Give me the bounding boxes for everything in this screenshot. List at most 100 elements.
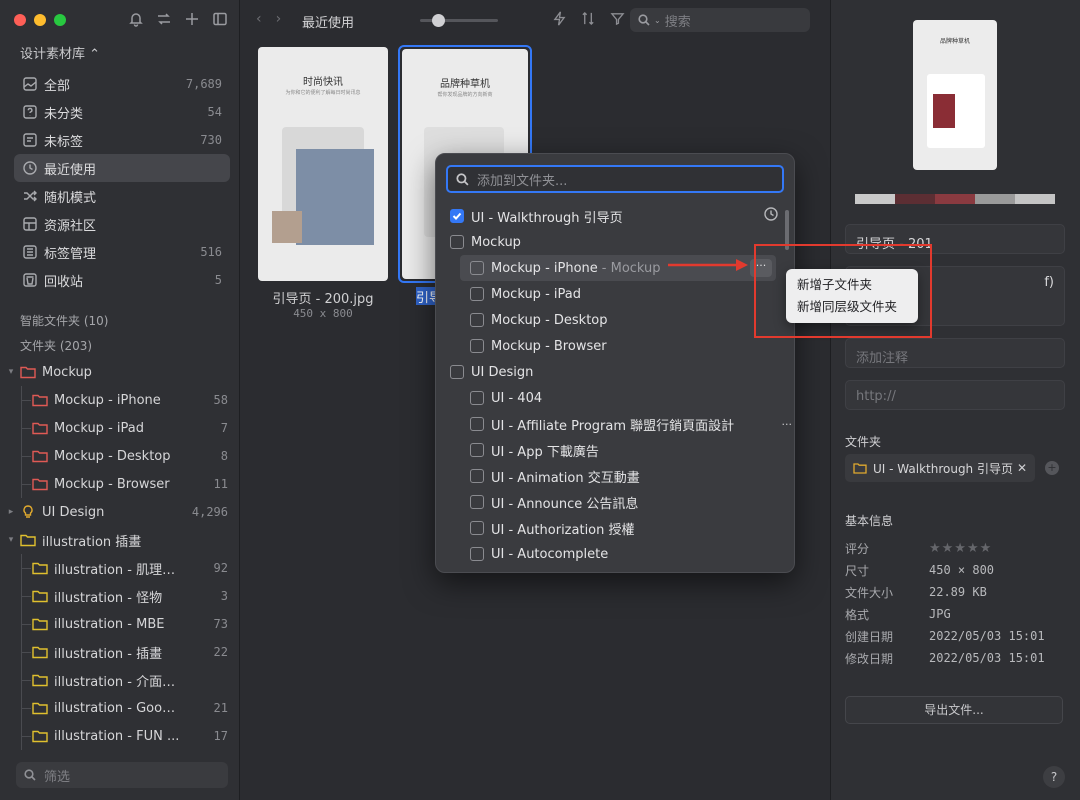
palette-swatch[interactable] xyxy=(855,194,895,204)
folder-option-ui-design[interactable]: UI Design xyxy=(436,359,796,385)
folder-option-ui-authorization[interactable]: UI - Authorization 授權 xyxy=(436,515,796,541)
folder-item-illustration-mbe[interactable]: illustration - MBE 73 xyxy=(6,610,230,638)
help-button[interactable]: ? xyxy=(1043,766,1065,788)
export-button[interactable]: 导出文件... xyxy=(845,696,1063,724)
sidebar-item-untagged[interactable]: 未标签 730 xyxy=(14,126,230,154)
checkbox[interactable] xyxy=(470,339,484,353)
folder-item-illustration-monster[interactable]: illustration - 怪物 3 xyxy=(6,582,230,610)
folder-option-mockup[interactable]: Mockup xyxy=(436,229,796,255)
sidebar-item-trash[interactable]: 回收站 5 xyxy=(14,266,230,294)
more-options-icon[interactable]: ··· xyxy=(782,418,793,431)
thumbnail-card-subtitle: 为你和它的便利了解每日时尚讯息 xyxy=(285,90,361,96)
folder-item-illustration-google[interactable]: illustration - Googl... 21 xyxy=(6,694,230,722)
folder-option-walkthrough[interactable]: UI - Walkthrough 引导页 xyxy=(436,203,796,229)
add-folder-icon[interactable]: + xyxy=(1045,461,1059,475)
color-palette[interactable] xyxy=(855,194,1055,204)
folder-search-placeholder: 添加到文件夹... xyxy=(477,173,568,189)
close-window-button[interactable] xyxy=(14,14,26,26)
zoom-window-button[interactable] xyxy=(54,14,66,26)
folder-item-illustration-drawing[interactable]: illustration - 插畫 22 xyxy=(6,638,230,666)
folder-item-mockup-iphone[interactable]: Mockup - iPhone 58 xyxy=(6,386,230,414)
folder-option-ui-404[interactable]: UI - 404 xyxy=(436,385,796,411)
chevron-down-icon[interactable]: ▾ xyxy=(6,367,16,377)
add-icon[interactable] xyxy=(184,11,200,27)
checkbox[interactable] xyxy=(470,261,484,275)
sort-icon[interactable] xyxy=(581,11,596,26)
folder-option-ui-announce[interactable]: UI - Announce 公告訊息 xyxy=(436,489,796,515)
folder-item-illustration-ui[interactable]: illustration - 介面插圖 xyxy=(6,666,230,694)
folder-item-ui-design[interactable]: ▸ UI Design 4,296 xyxy=(6,498,230,526)
lightning-icon[interactable] xyxy=(552,11,567,26)
sidebar-item-label: 全部 xyxy=(44,78,71,94)
folder-label: UI Design xyxy=(42,504,105,520)
thumbnail-item[interactable]: 时尚快讯 为你和它的便利了解每日时尚讯息 xyxy=(258,47,388,281)
checkbox[interactable] xyxy=(470,313,484,327)
note-field[interactable]: 添加注释 xyxy=(845,338,1065,368)
checkbox[interactable] xyxy=(470,417,484,431)
folder-item-mockup-ipad[interactable]: Mockup - iPad 7 xyxy=(6,414,230,442)
filter-placeholder: 筛选 xyxy=(44,769,71,785)
folder-search-input[interactable]: 添加到文件夹... xyxy=(446,165,784,193)
folder-option-ui-autocomplete[interactable]: UI - Autocomplete xyxy=(436,541,796,567)
checkbox[interactable] xyxy=(470,287,484,301)
folders-header[interactable]: 文件夹 (203) xyxy=(20,337,92,354)
folder-option-ui-app-ad[interactable]: UI - App 下載廣告 xyxy=(436,437,796,463)
palette-swatch[interactable] xyxy=(975,194,1015,204)
folder-tag[interactable]: UI - Walkthrough 引导页 ✕ xyxy=(845,454,1035,482)
folder-option-mockup-desktop[interactable]: Mockup - Desktop xyxy=(436,307,796,333)
sidebar-item-random[interactable]: 随机模式 xyxy=(14,182,230,210)
checkbox[interactable] xyxy=(470,443,484,457)
checkbox-checked[interactable] xyxy=(450,209,464,223)
checkbox[interactable] xyxy=(450,235,464,249)
palette-swatch[interactable] xyxy=(935,194,975,204)
folder-option-mockup-browser[interactable]: Mockup - Browser xyxy=(436,333,796,359)
sidebar-item-uncategorized[interactable]: 未分类 54 xyxy=(14,98,230,126)
checkbox[interactable] xyxy=(470,469,484,483)
checkbox[interactable] xyxy=(470,521,484,535)
folder-option-mockup-ipad[interactable]: Mockup - iPad xyxy=(436,281,796,307)
folder-item-mockup-browser[interactable]: Mockup - Browser 11 xyxy=(6,470,230,498)
library-switcher[interactable]: 设计素材库 ⌃ xyxy=(20,43,100,62)
palette-swatch[interactable] xyxy=(1015,194,1055,204)
checkbox[interactable] xyxy=(450,365,464,379)
folder-icon xyxy=(32,645,48,659)
sidebar-item-community[interactable]: 资源社区 xyxy=(14,210,230,238)
minimize-window-button[interactable] xyxy=(34,14,46,26)
slider-knob[interactable] xyxy=(432,14,445,27)
folder-option-label: UI - Affiliate Program 聯盟行銷頁面設計 xyxy=(491,418,735,434)
folder-item-illustration-fun[interactable]: illustration - FUN ... 17 xyxy=(6,722,230,750)
filter-input[interactable]: 筛选 xyxy=(16,762,228,788)
folder-item-illustration-texture[interactable]: illustration - 肌理插画 92 xyxy=(6,554,230,582)
folder-item-mockup[interactable]: ▾ Mockup xyxy=(6,358,230,386)
folder-item-mockup-desktop[interactable]: Mockup - Desktop 8 xyxy=(6,442,230,470)
search-input[interactable]: ⌄ 搜索 xyxy=(630,8,810,32)
folder-option-ui-animation[interactable]: UI - Animation 交互動畫 xyxy=(436,463,796,489)
sidebar-toggle-icon[interactable] xyxy=(212,11,228,27)
chevron-right-icon[interactable]: ▸ xyxy=(6,507,16,517)
url-field[interactable]: http:// xyxy=(845,380,1065,410)
info-key: 修改日期 xyxy=(845,651,894,666)
folder-option-ui-affiliate[interactable]: UI - Affiliate Program 聯盟行銷頁面設計 ··· xyxy=(436,411,796,437)
forward-arrow-icon[interactable]: › xyxy=(276,11,282,27)
smart-folders-header[interactable]: 智能文件夹 (10) xyxy=(20,312,108,329)
folder-item-illustration[interactable]: ▾ illustration 插畫 xyxy=(6,526,230,554)
thumbnail-size-slider[interactable] xyxy=(420,14,498,27)
checkbox[interactable] xyxy=(470,391,484,405)
checkbox[interactable] xyxy=(470,547,484,561)
filter-icon[interactable] xyxy=(610,11,625,26)
sync-icon[interactable] xyxy=(156,11,172,27)
folder-option-label: UI - Autocomplete xyxy=(491,546,609,562)
rating-stars[interactable]: ★★★★★ xyxy=(929,541,992,556)
palette-swatch[interactable] xyxy=(895,194,935,204)
thumbnail-image: 时尚快讯 为你和它的便利了解每日时尚讯息 xyxy=(258,47,388,281)
remove-tag-icon[interactable]: ✕ xyxy=(1017,461,1027,475)
chevron-down-icon[interactable]: ▾ xyxy=(6,535,16,545)
bell-icon[interactable] xyxy=(128,11,144,27)
sidebar-item-all[interactable]: 全部 7,689 xyxy=(14,70,230,98)
folder-icon xyxy=(32,477,48,491)
sidebar-item-tag-manager[interactable]: 标签管理 516 xyxy=(14,238,230,266)
sidebar-item-recent[interactable]: 最近使用 xyxy=(14,154,230,182)
back-arrow-icon[interactable]: ‹ xyxy=(256,11,262,27)
checkbox[interactable] xyxy=(470,495,484,509)
sidebar-item-label: 未分类 xyxy=(44,106,84,122)
